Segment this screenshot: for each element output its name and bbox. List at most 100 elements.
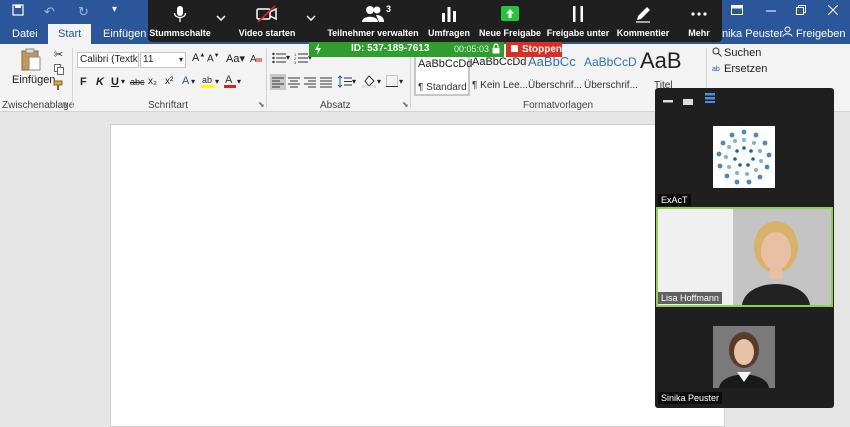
borders-icon[interactable] — [386, 75, 398, 90]
user-name[interactable]: nika Peuster — [722, 28, 783, 40]
participant-photo — [713, 326, 775, 388]
meeting-timer: 00:05:03 — [454, 44, 490, 54]
start-video-label: Video starten — [238, 28, 296, 38]
format-painter-icon[interactable] — [53, 80, 64, 94]
chevron-down-icon[interactable]: ▾ — [377, 77, 381, 86]
style-heading-2[interactable]: AaBbCcD Überschrif... — [582, 50, 638, 96]
chevron-down-icon[interactable]: ▾ — [191, 77, 195, 86]
dialog-launcher-icon[interactable]: ⬊ — [62, 100, 69, 109]
copy-icon[interactable] — [54, 64, 64, 78]
manage-participants-button[interactable]: 3 Teilnehmer verwalten — [326, 0, 420, 42]
polls-label: Umfragen — [427, 28, 470, 38]
numbering-icon[interactable]: 123 — [294, 52, 308, 67]
zoom-toolbar: Stummschalte Video starten 3 Teilnehmer … — [148, 0, 722, 42]
bullets-icon[interactable] — [272, 52, 286, 67]
replace-icon[interactable]: ab — [712, 63, 722, 76]
new-share-button[interactable]: Neue Freigabe — [478, 0, 542, 42]
chevron-down-icon[interactable] — [216, 13, 226, 24]
grow-font-icon[interactable]: A▲ — [192, 52, 205, 64]
tab-datei[interactable]: Datei — [2, 24, 48, 44]
meeting-info-bar[interactable]: ID: 537-189-7613 00:05:03 — [309, 42, 504, 57]
pause-share-button[interactable]: Freigabe unter — [546, 0, 610, 42]
font-case-icon[interactable]: Aa▾ — [226, 52, 245, 65]
align-left-icon[interactable] — [270, 74, 286, 90]
chevron-down-icon[interactable]: ▾ — [121, 77, 125, 86]
divider — [266, 48, 267, 108]
style-sample: AaBbCcD — [584, 55, 637, 69]
subscript-button[interactable]: x₂ — [148, 76, 157, 87]
search-label[interactable]: Suchen — [724, 47, 761, 59]
pause-icon — [546, 5, 610, 23]
close-icon[interactable] — [827, 4, 839, 18]
redo-icon[interactable]: ↻ — [78, 4, 89, 20]
font-name-combo[interactable]: Calibri (Textk — [77, 52, 139, 68]
tab-start[interactable]: Start — [48, 24, 92, 44]
justify-icon[interactable] — [320, 76, 332, 91]
polls-button[interactable]: Umfragen — [424, 0, 474, 42]
ribbon-display-icon[interactable] — [731, 4, 743, 18]
quick-access-dropdown-icon[interactable]: ▾ — [112, 4, 117, 15]
gallery-view-icon[interactable] — [705, 93, 715, 106]
cut-icon[interactable]: ✂ — [54, 48, 63, 61]
minimize-panel-icon[interactable] — [663, 94, 673, 106]
superscript-button[interactable]: x² — [165, 76, 173, 87]
dialog-launcher-icon[interactable]: ⬊ — [258, 100, 265, 109]
annotate-button[interactable]: Kommentier — [614, 0, 672, 42]
stop-share-button[interactable]: Stoppen — [506, 42, 562, 57]
chevron-down-icon[interactable] — [306, 13, 316, 24]
mute-button[interactable]: Stummschalte — [148, 0, 212, 42]
annotate-icon — [614, 5, 672, 23]
font-size-value: 11 — [143, 54, 154, 65]
font-size-combo[interactable]: 11 ▾ — [140, 52, 186, 68]
align-center-icon[interactable] — [288, 76, 300, 91]
minimize-icon[interactable] — [766, 4, 776, 18]
line-spacing-icon[interactable] — [337, 75, 352, 91]
bold-button[interactable]: F — [80, 76, 87, 88]
signal-icon — [314, 43, 322, 58]
tab-einfuegen[interactable]: Einfügen — [93, 24, 156, 44]
chevron-down-icon[interactable]: ▾ — [215, 77, 219, 86]
chevron-down-icon[interactable]: ▾ — [237, 77, 241, 86]
person-silhouette-icon — [742, 221, 810, 305]
font-color-icon[interactable]: A — [224, 73, 236, 91]
stop-label: Stoppen — [522, 44, 562, 55]
participant-logo — [713, 126, 775, 188]
style-sample: AaBbCcDd — [418, 58, 473, 70]
chevron-down-icon[interactable]: ▾ — [352, 77, 356, 86]
paste-label[interactable]: Einfügen — [12, 74, 55, 86]
participant-count-badge: 3 — [386, 4, 392, 14]
align-right-icon[interactable] — [304, 76, 316, 91]
clear-format-icon[interactable]: A — [250, 52, 262, 67]
manage-participants-label: Teilnehmer verwalten — [327, 28, 419, 38]
search-icon[interactable] — [712, 47, 722, 60]
save-icon[interactable] — [12, 4, 24, 19]
style-sample: AaBbCcDd — [472, 56, 527, 68]
restore-icon[interactable] — [796, 4, 806, 18]
font-group-label: Schriftart — [148, 100, 189, 111]
shading-icon[interactable] — [361, 74, 377, 91]
meeting-id: ID: 537-189-7613 — [351, 43, 430, 54]
video-panel: ExAcT Lisa Hoffmann Sinika Peuster — [655, 88, 834, 408]
more-label: Mehr — [688, 28, 710, 38]
highlight-icon[interactable]: ab — [201, 74, 215, 91]
dialog-launcher-icon[interactable]: ⬊ — [402, 100, 409, 109]
style-name: Überschrif... — [528, 80, 582, 91]
shrink-font-icon[interactable]: A▼ — [207, 53, 220, 64]
single-view-icon[interactable] — [683, 96, 693, 108]
document-page[interactable] — [110, 124, 725, 427]
strikethrough-button[interactable]: abc — [130, 77, 145, 87]
italic-button[interactable]: K — [96, 76, 104, 88]
more-icon — [678, 5, 720, 23]
chevron-down-icon[interactable]: ▾ — [286, 53, 290, 62]
polls-icon — [424, 5, 474, 23]
more-button[interactable]: Mehr — [678, 0, 720, 42]
replace-label[interactable]: Ersetzen — [724, 63, 767, 75]
text-effects-icon[interactable]: A — [182, 75, 189, 87]
start-video-button[interactable]: Video starten — [234, 0, 300, 42]
share-button[interactable]: Freigeben — [778, 24, 846, 44]
underline-button[interactable]: U — [111, 76, 119, 88]
video-off-icon — [234, 5, 300, 23]
chevron-down-icon[interactable]: ▾ — [399, 77, 403, 86]
paragraph-group-label: Absatz — [320, 100, 351, 111]
undo-icon[interactable]: ↶ — [44, 4, 55, 20]
